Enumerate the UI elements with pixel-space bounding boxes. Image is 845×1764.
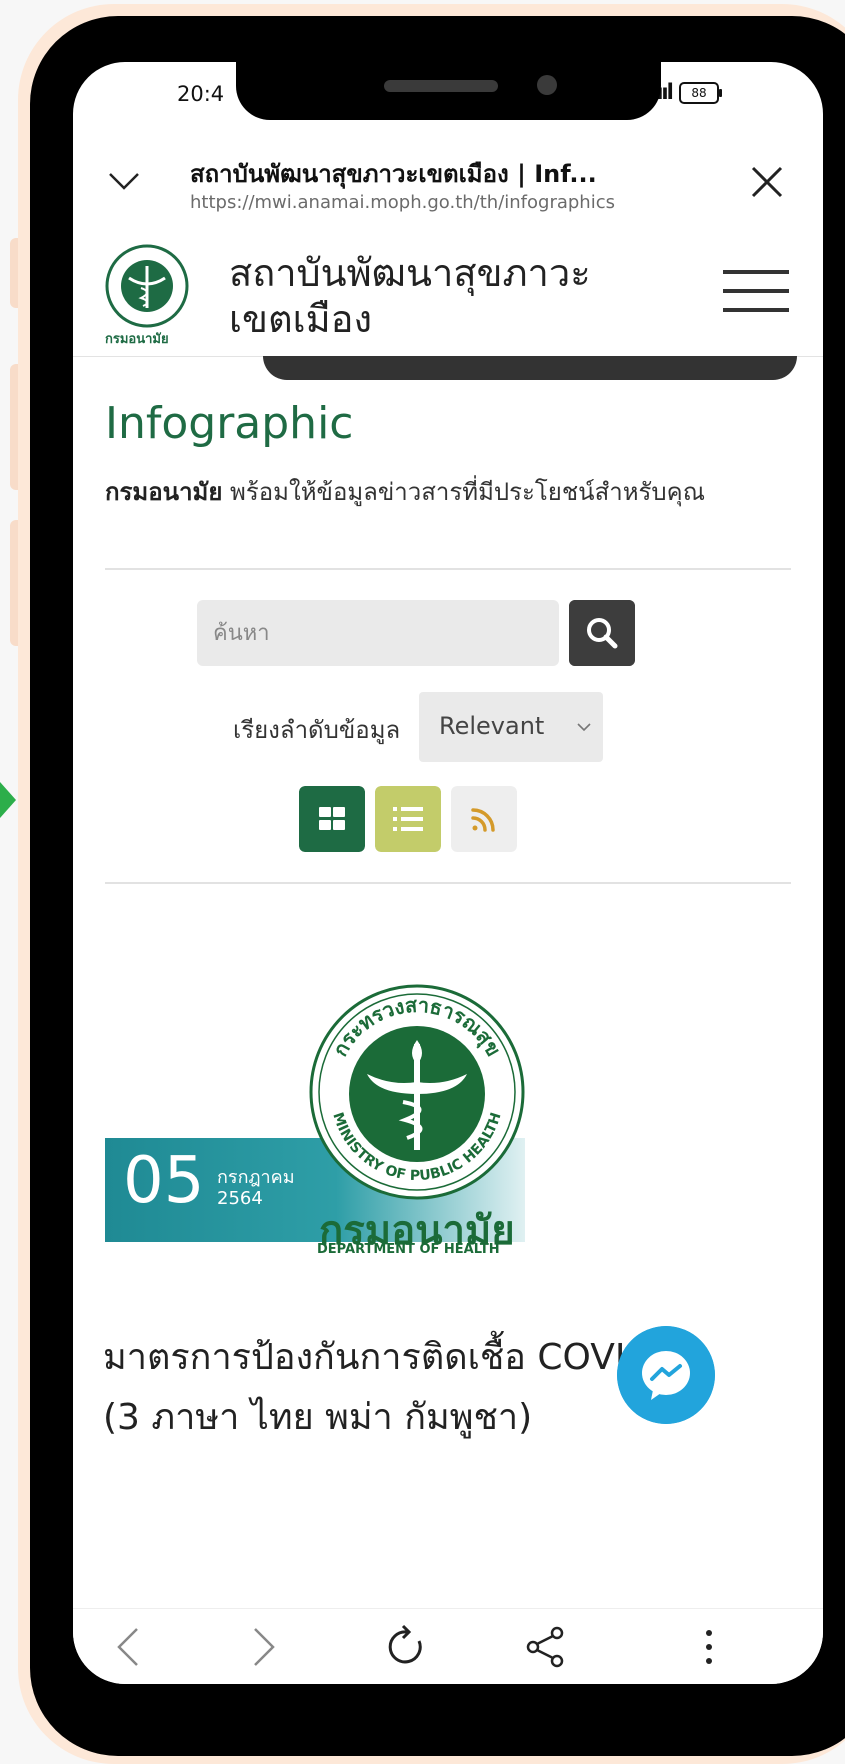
tab-title: สถาบันพัฒนาสุขภาวะเขตเมือง | Inf...: [190, 160, 597, 188]
date-year: 2564: [217, 1188, 263, 1209]
page-title: Infographic: [105, 398, 354, 449]
chevron-down-icon[interactable]: [107, 164, 141, 198]
date-month: กรกฎาคม: [217, 1167, 295, 1188]
camera-notch: [236, 62, 661, 120]
rss-button[interactable]: [451, 786, 517, 852]
sort-selected-value: Relevant: [439, 712, 545, 740]
chevron-down-icon: [577, 723, 591, 732]
forward-icon[interactable]: [237, 1621, 289, 1673]
menu-bar: [723, 289, 789, 293]
back-icon[interactable]: [103, 1621, 155, 1673]
sort-label: เรียงลำดับข้อมูล: [233, 716, 401, 744]
menu-bar: [723, 270, 789, 274]
camera-dot: [537, 75, 557, 95]
tab-url[interactable]: https://mwi.anamai.moph.go.th/th/infogra…: [190, 192, 615, 213]
share-icon[interactable]: [519, 1621, 571, 1673]
page-tagline: กรมอนามัย พร้อมให้ข้อมูลข่าวสารที่มีประโ…: [105, 472, 705, 511]
article-title-line1: มาตรการป้องกันการติดเชื้อ COVI: [103, 1337, 626, 1378]
tagline-text: พร้อมให้ข้อมูลข่าวสารที่มีประโยชน์สำหรับ…: [222, 478, 705, 506]
tagline-bold: กรมอนามัย: [105, 478, 223, 506]
grid-view-button[interactable]: [299, 786, 365, 852]
more-options-icon[interactable]: [683, 1621, 735, 1673]
menu-icon[interactable]: [723, 270, 789, 316]
search-button[interactable]: [569, 600, 635, 666]
battery-icon: 88: [679, 82, 722, 104]
ministry-seal-image[interactable]: กระทรวงสาธารณสุข MINISTRY OF PUBLIC HEAL…: [307, 982, 527, 1202]
logo-caption: กรมอนามัย: [105, 332, 169, 347]
sort-select[interactable]: Relevant: [419, 692, 603, 762]
article-title-line2: (3 ภาษา ไทย พม่า กัมพูชา): [103, 1397, 533, 1438]
divider: [105, 882, 791, 884]
close-icon[interactable]: [747, 162, 787, 202]
banner-edge: [263, 356, 797, 380]
reload-icon[interactable]: [381, 1621, 433, 1673]
browser-toolbar: สถาบันพัฒนาสุขภาวะเขตเมือง | Inf... http…: [73, 140, 823, 226]
site-title-line2: เขตเมือง: [229, 297, 373, 341]
article-title[interactable]: มาตรการป้องกันการติดเชื้อ COVI (3 ภาษา ไ…: [103, 1328, 703, 1448]
site-title[interactable]: สถาบันพัฒนาสุขภาวะ เขตเมือง: [229, 250, 591, 342]
menu-bar: [723, 308, 789, 312]
phone-screen: 20:4 ıııl 88 สถาบันพัฒนาสุขภาวะเขตเมือง …: [73, 62, 823, 1684]
speaker-grill: [384, 80, 498, 92]
site-header: กรมอนามัย สถาบันพัฒนาสุขภาวะ เขตเมือง: [73, 232, 823, 357]
browser-bottom-bar: [73, 1608, 823, 1684]
messenger-chat-button[interactable]: [617, 1326, 715, 1424]
divider: [105, 568, 791, 570]
site-title-line1: สถาบันพัฒนาสุขภาวะ: [229, 251, 591, 295]
search-input[interactable]: [197, 600, 559, 666]
pointer-arrow: [0, 782, 16, 818]
status-time: 20:4: [177, 82, 225, 106]
seal-subtitle: DEPARTMENT OF HEALTH: [317, 1242, 500, 1257]
date-day: 05: [123, 1144, 205, 1218]
list-view-button[interactable]: [375, 786, 441, 852]
